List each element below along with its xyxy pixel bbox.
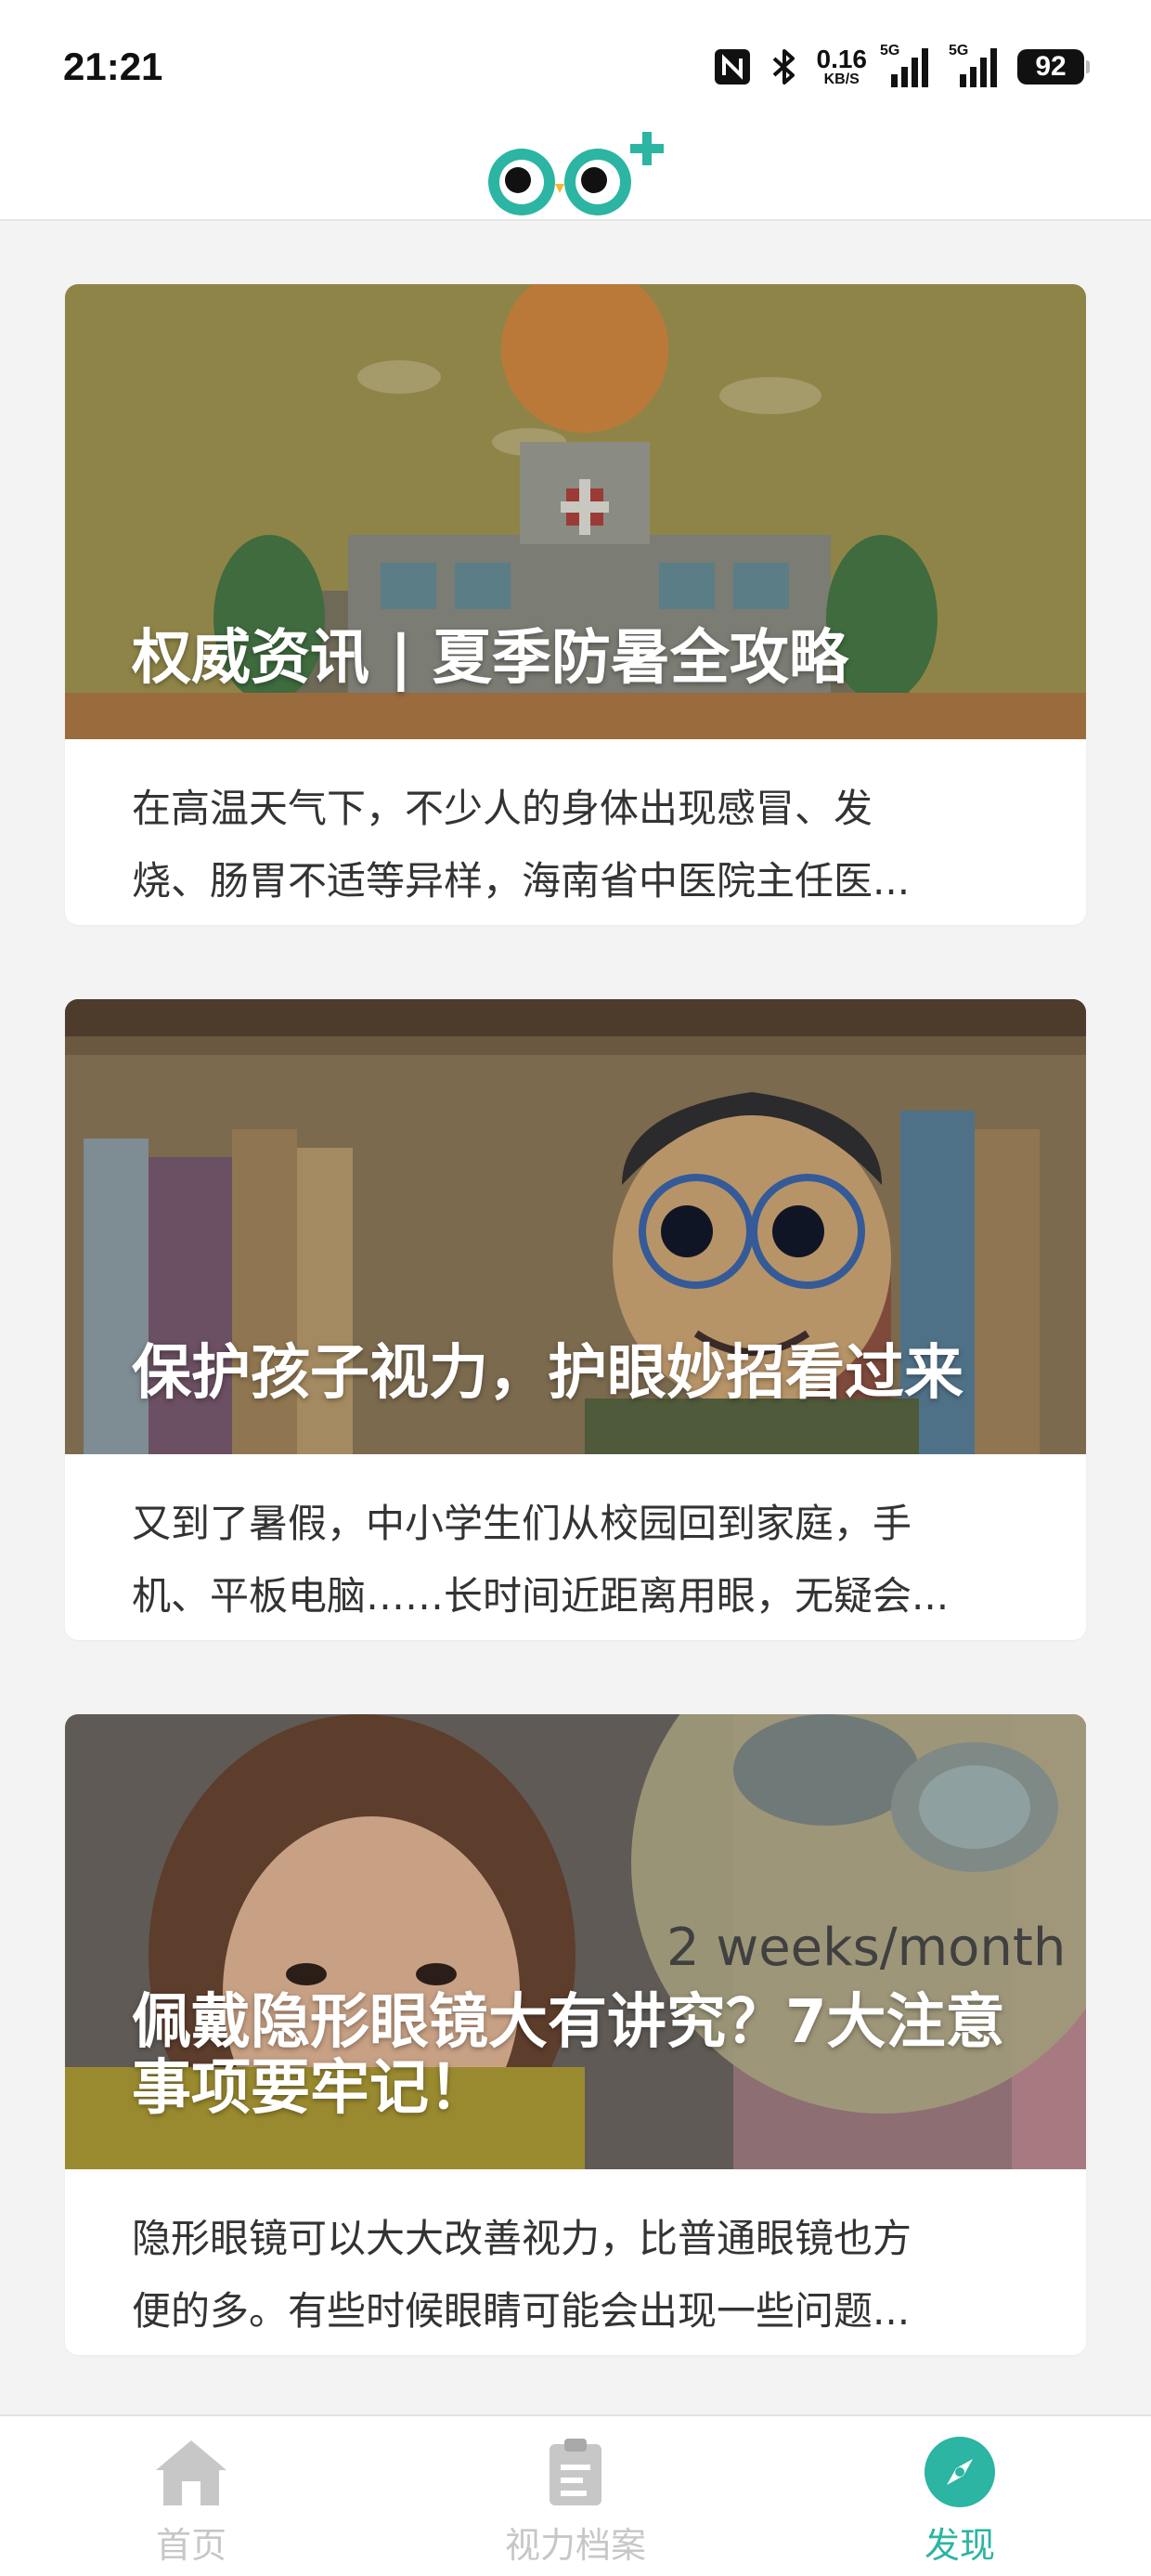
nfc-icon [713, 47, 752, 86]
article-summary-line: 隐形眼镜可以大大改善视力，比普通眼镜也方 [132, 2216, 912, 2261]
article-card[interactable]: 权威资讯 | 夏季防暑全攻略 在高温天气下，不少人的身体出现感冒、发 烧、肠胃不… [65, 284, 1086, 925]
article-image: 保护孩子视力，护眼妙招看过来 [65, 999, 1086, 1454]
article-summary-line: 烧、肠胃不适等异样，海南省中医院主任医... [132, 858, 911, 904]
lens-case-text: 2 weeks/month [666, 1918, 1066, 1978]
status-icons: 0.16 KB/S 5G 5G 92 [713, 41, 1090, 93]
article-card[interactable]: 2 weeks/month 佩戴隐形眼镜大有讲究？7大注意事项要牢记！ 隐形眼镜… [65, 1714, 1086, 2355]
signal-strength-icon-1: 5G [880, 43, 936, 87]
network-speed-value: 0.16 [816, 45, 868, 73]
bluetooth-icon [765, 47, 804, 86]
signal-strength-icon-2: 5G [949, 43, 1004, 87]
owl-eyes-plus-logo [479, 130, 674, 219]
article-summary: 又到了暑假，中小学生们从校园回到家庭，手 机、平板电脑……长时间近距离用眼，无疑… [65, 1454, 1086, 1640]
clipboard-icon [538, 2435, 613, 2509]
article-summary-line: 又到了暑假，中小学生们从校园回到家庭，手 [132, 1501, 912, 1546]
article-title: 保护孩子视力，护眼妙招看过来 [132, 1339, 963, 1409]
article-card[interactable]: 保护孩子视力，护眼妙招看过来 又到了暑假，中小学生们从校园回到家庭，手 机、平板… [65, 999, 1086, 1640]
bottom-navigation: 首页 视力档案 发现 [0, 2414, 1151, 2576]
network-speed: 0.16 KB/S [817, 46, 868, 87]
battery-indicator: 92 [1017, 49, 1090, 85]
app-header [0, 130, 1151, 221]
article-title: 佩戴隐形眼镜大有讲究？7大注意事项要牢记！ [132, 1987, 1005, 2124]
article-image: 2 weeks/month 佩戴隐形眼镜大有讲究？7大注意事项要牢记！ [65, 1714, 1086, 2169]
signal-1-label: 5G [880, 43, 900, 59]
article-summary-line: 在高温天气下，不少人的身体出现感冒、发 [132, 786, 873, 831]
nav-item-vision-records[interactable]: 视力档案 [436, 2416, 715, 2576]
article-summary-line: 机、平板电脑……长时间近距离用眼，无疑会... [132, 1573, 950, 1619]
nav-item-discover[interactable]: 发现 [821, 2416, 1099, 2576]
nav-label: 首页 [155, 2525, 226, 2566]
signal-2-label: 5G [949, 43, 969, 59]
article-title: 权威资讯 | 夏季防暑全攻略 [132, 624, 848, 694]
home-icon [154, 2435, 228, 2509]
article-image: 权威资讯 | 夏季防暑全攻略 [65, 284, 1086, 739]
nav-label: 视力档案 [504, 2525, 646, 2566]
status-time: 21:21 [63, 45, 163, 88]
network-speed-unit: KB/S [823, 72, 860, 87]
nav-label: 发现 [924, 2525, 995, 2566]
compass-icon [923, 2435, 997, 2509]
nav-item-home[interactable]: 首页 [52, 2416, 330, 2576]
status-bar: 21:21 0.16 KB/S 5G 5G 92 [0, 0, 1151, 130]
article-summary: 在高温天气下，不少人的身体出现感冒、发 烧、肠胃不适等异样，海南省中医院主任医.… [65, 739, 1086, 925]
article-summary: 隐形眼镜可以大大改善视力，比普通眼镜也方 便的多。有些时候眼睛可能会出现一些问题… [65, 2169, 1086, 2355]
article-summary-line: 便的多。有些时候眼睛可能会出现一些问题... [132, 2288, 911, 2334]
